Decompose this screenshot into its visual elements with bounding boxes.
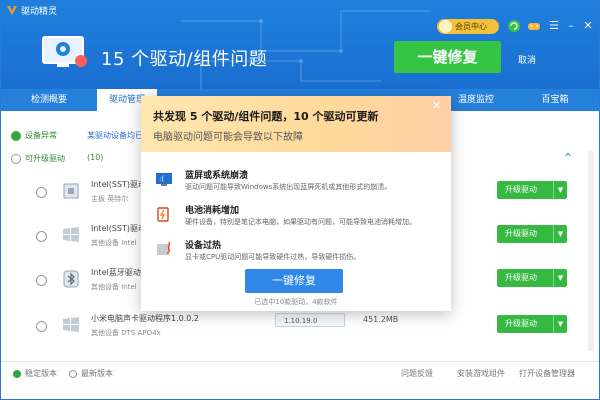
upgrade-driver-button[interactable]: 升级驱动 ▼: [497, 181, 567, 199]
dropdown-icon[interactable]: ▼: [553, 225, 567, 243]
chip-icon: [63, 183, 79, 199]
windows-icon: [63, 227, 79, 242]
tab-toolbox[interactable]: 百宝箱: [511, 89, 599, 111]
upgradable-count: (10): [87, 153, 104, 162]
filter-upgradable[interactable]: 可升级驱动: [11, 153, 65, 164]
gamepad-icon[interactable]: [527, 19, 541, 33]
driver-name: Intel(SST)驱动: [91, 180, 146, 189]
tab-scan-summary[interactable]: 检测概要: [1, 89, 97, 111]
dialog-title: 共发现 5 个驱动/组件问题，10 个驱动可更新: [153, 110, 379, 123]
driver-name: Intel蓝牙驱动: [91, 268, 141, 277]
upgrade-driver-button[interactable]: 升级驱动 ▼: [497, 315, 567, 333]
overheat-icon: [157, 241, 171, 255]
row-radio[interactable]: [36, 187, 47, 198]
list-item: 小米电脑声卡驱动程序1.0.0.2 其他设备 DTS APO4x 1.10.19…: [1, 305, 591, 347]
driver-window: 驱动精灵 会员中心 ☰ – ✕ 15 个驱动/组件问题 一键修复 取消 检测概要…: [0, 0, 600, 400]
driver-name: 小米电脑声卡驱动程序1.0.0.2: [91, 314, 199, 323]
dropdown-icon[interactable]: ▼: [553, 181, 567, 199]
selected-summary: 已选中10款驱动，4款软件: [254, 298, 338, 306]
issue-item: :( 蓝屏或系统崩溃 驱动问题可能导致Windows系统出现蓝屏死机或其他形式的…: [153, 166, 443, 198]
collapse-chevron-icon[interactable]: ⌃: [563, 151, 573, 165]
issue-item: 电池消耗增加 硬件设备，特别是笔记本电脑，如果驱动有问题，可能导致电池消耗增加。: [153, 201, 443, 233]
member-avatar-icon: [439, 20, 452, 33]
svg-text::(: :(: [159, 175, 164, 183]
check-on-icon: [11, 130, 21, 141]
dialog-fix-button[interactable]: 一键修复: [245, 269, 343, 293]
driver-size: 451.2MB: [363, 315, 399, 324]
header: 驱动精灵 会员中心 ☰ – ✕ 15 个驱动/组件问题 一键修复 取消: [1, 1, 599, 89]
battery-drain-icon: [157, 207, 169, 222]
filter-device-abnormal[interactable]: 设备异常: [11, 130, 57, 141]
issue-item: 设备过热 显卡或CPU驱动问题可能导致硬件过热，导致硬件损伤。: [153, 236, 443, 268]
row-radio[interactable]: [36, 275, 47, 286]
feedback-link[interactable]: 问题反馈: [401, 368, 433, 379]
refresh-icon[interactable]: [507, 19, 521, 33]
upgrade-driver-button[interactable]: 升级驱动 ▼: [497, 269, 567, 287]
version-select[interactable]: 1.10.19.0: [275, 313, 345, 327]
monitor-gear-icon: [42, 36, 87, 67]
bluetooth-icon: [63, 270, 79, 288]
scrollbar[interactable]: [588, 151, 594, 351]
row-radio[interactable]: [36, 231, 47, 242]
dropdown-icon[interactable]: ▼: [553, 315, 567, 333]
install-game-link[interactable]: 安装游戏组件: [457, 368, 505, 379]
dialog-subtitle: 电脑驱动问题可能会导致以下故障: [153, 132, 303, 143]
windows-icon: [63, 317, 79, 332]
problem-dialog: 共发现 5 个驱动/组件问题，10 个驱动可更新 电脑驱动问题可能会导致以下故障…: [141, 96, 451, 311]
app-logo-icon: [7, 6, 17, 15]
check-off-icon: [11, 153, 21, 164]
latest-version-radio[interactable]: 最新版本: [69, 368, 113, 379]
footer: 稳定版本 最新版本 问题反馈 安装游戏组件 打开设备管理器: [1, 361, 599, 383]
menu-icon[interactable]: ☰: [547, 19, 561, 33]
driver-sub: 其他设备 Intel: [91, 283, 137, 291]
dialog-close-icon[interactable]: ✕: [432, 99, 441, 112]
dropdown-icon[interactable]: ▼: [553, 269, 567, 287]
upgrade-driver-button[interactable]: 升级驱动 ▼: [497, 225, 567, 243]
member-center-label: 会员中心: [455, 22, 487, 31]
minimize-icon[interactable]: –: [564, 19, 578, 33]
driver-sub: 其他设备 DTS APO4x: [91, 329, 161, 337]
problem-count-title: 15 个驱动/组件问题: [101, 49, 268, 70]
stable-version-radio[interactable]: 稳定版本: [13, 368, 57, 379]
app-title: 驱动精灵: [21, 7, 58, 17]
driver-name: Intel(SST)驱动: [91, 224, 146, 233]
dialog-header: [141, 96, 451, 152]
title-bar: 驱动精灵: [1, 1, 599, 19]
driver-sub: 其他设备 Intel: [91, 239, 137, 247]
cancel-link[interactable]: 取消: [518, 53, 536, 66]
driver-sub: 主板 英特尔: [91, 195, 129, 203]
row-radio[interactable]: [36, 321, 47, 332]
close-icon[interactable]: ✕: [581, 19, 595, 33]
tab-temperature-monitor[interactable]: 温度监控: [441, 89, 511, 111]
bluescreen-icon: :(: [156, 173, 172, 186]
one-click-fix-button[interactable]: 一键修复: [394, 41, 501, 73]
member-center-button[interactable]: 会员中心: [437, 19, 499, 34]
open-device-manager-link[interactable]: 打开设备管理器: [519, 368, 575, 379]
